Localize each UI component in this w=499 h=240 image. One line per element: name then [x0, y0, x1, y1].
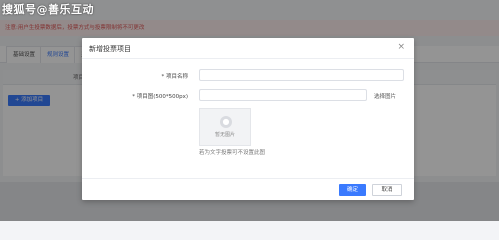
watermark: 搜狐号@善乐互动	[2, 3, 94, 16]
dialog-header: 新增投票项目 ×	[82, 38, 414, 59]
image-hint: 若为文字投票可不设置此图	[199, 150, 266, 156]
image-preview[interactable]: ● 暂无图片	[199, 108, 251, 146]
project-image-label: * 项目图(500*500px)	[132, 94, 188, 100]
confirm-button[interactable]: 确定	[339, 184, 366, 196]
close-icon[interactable]: ×	[397, 43, 405, 52]
project-image-input[interactable]	[199, 89, 367, 101]
image-placeholder-icon: ●	[220, 116, 232, 128]
dialog-footer: 确定 取消	[82, 178, 414, 201]
dialog-title: 新增投票项目	[89, 45, 131, 53]
choose-image-button[interactable]: 选择图片	[374, 92, 396, 100]
project-name-input[interactable]	[199, 69, 404, 81]
add-vote-project-dialog: 新增投票项目 × * 项目名称 * 项目图(500*500px) 选择图片 ● …	[82, 38, 414, 200]
project-name-label: * 项目名称	[161, 74, 189, 80]
cancel-button[interactable]: 取消	[372, 184, 402, 196]
no-image-text: 暂无图片	[214, 132, 235, 138]
